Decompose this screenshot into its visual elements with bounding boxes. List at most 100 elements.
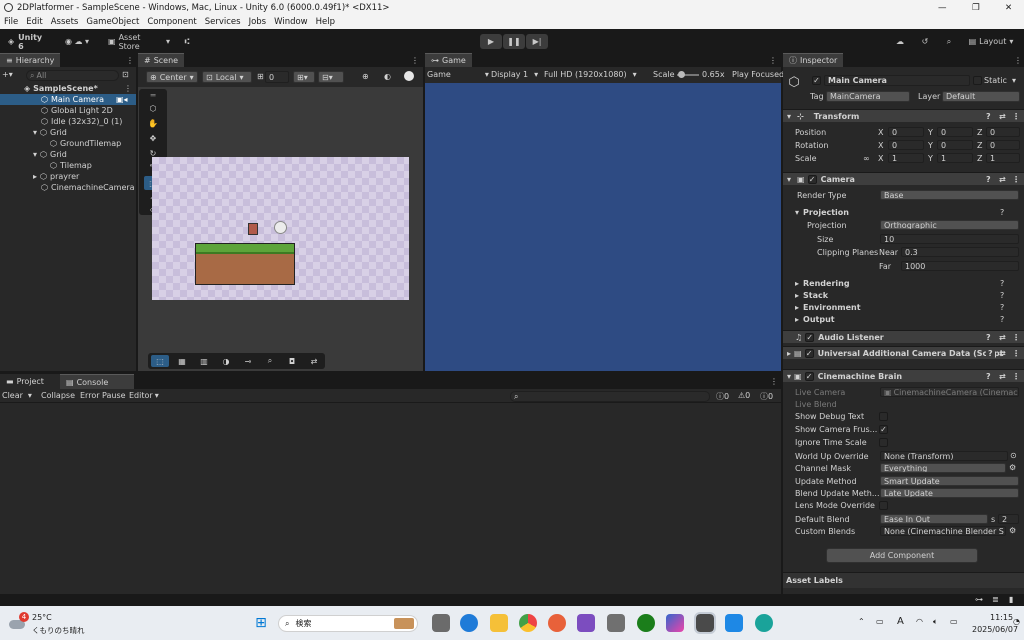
clock-time[interactable]: 11:15 [990, 613, 1013, 622]
pivot-dropdown[interactable]: ⊕ Center ▾ [146, 71, 198, 83]
palette-handle-icon[interactable]: ═ [145, 91, 161, 100]
kebab-menu-icon[interactable]: ⋮ [124, 84, 132, 93]
error-count[interactable]: ⓘ0 [760, 391, 773, 402]
size-field[interactable]: 10 [880, 234, 1019, 244]
lens-mode-checkbox[interactable] [879, 501, 888, 510]
unity-hub-icon[interactable] [607, 614, 625, 632]
display-dropdown[interactable]: Display 1 ▾ [491, 70, 538, 79]
rotation-z-field[interactable]: 0 [986, 140, 1020, 150]
file-explorer-icon[interactable] [490, 614, 508, 632]
help-icon[interactable]: ? [1000, 291, 1004, 300]
asset-store-button[interactable]: ▣ Asset Store ▾ [104, 33, 174, 51]
position-y-field[interactable]: 0 [937, 127, 973, 137]
asset-labels-section[interactable]: Asset Labels [783, 572, 1024, 588]
firefox-icon[interactable] [548, 614, 566, 632]
vscode-icon[interactable] [725, 614, 743, 632]
menu-file[interactable]: File [4, 17, 18, 27]
kebab-menu-icon[interactable]: ⋮ [769, 56, 777, 65]
preset-icon[interactable]: ⇄ [999, 112, 1006, 121]
help-icon[interactable]: ? [986, 372, 991, 381]
position-x-field[interactable]: 0 [888, 127, 924, 137]
camera-header[interactable]: ▾ ▣ ✓ Camera ? ⇄ ⋮ [783, 172, 1024, 185]
meet-icon[interactable]: ▭ [876, 617, 884, 626]
update-method-dropdown[interactable]: Smart Update [880, 476, 1019, 486]
tab-scene[interactable]: # Scene [138, 53, 185, 67]
urp-data-checkbox[interactable]: ✓ [804, 348, 814, 358]
help-icon[interactable]: ? [986, 175, 991, 184]
pause-button[interactable]: ❚❚ [503, 34, 525, 49]
static-checkbox[interactable] [973, 76, 982, 85]
list-item[interactable]: ⬡ Main Camera ▣◂ [0, 94, 136, 105]
preset-icon[interactable]: ⇄ [999, 175, 1006, 184]
volume-icon[interactable]: 🔈︎ [933, 617, 938, 627]
xbox-icon[interactable] [637, 614, 655, 632]
visual-studio-icon[interactable] [577, 614, 595, 632]
scale-y-field[interactable]: 1 [937, 153, 973, 163]
help-icon[interactable]: ? [986, 112, 991, 121]
world-up-field[interactable]: None (Transform) [880, 451, 1008, 461]
account-button[interactable]: ◈ Unity 6 [4, 33, 50, 51]
debug-icon[interactable]: ▮ [1009, 595, 1013, 604]
account-menu-button[interactable]: ◉ ☁ ▾ [60, 34, 94, 49]
channel-mask-dropdown[interactable]: Everything [880, 463, 1006, 473]
menu-assets[interactable]: Assets [51, 17, 79, 27]
console-search-input[interactable]: ⌕ [510, 391, 710, 402]
weather-icon[interactable]: 4 [9, 612, 29, 630]
help-icon[interactable]: ? [1000, 208, 1004, 217]
clear-dropdown[interactable]: Clear ▾ [2, 391, 32, 400]
app-icon[interactable] [755, 614, 773, 632]
search-icon[interactable]: ⌕ [942, 34, 956, 49]
scale-z-field[interactable]: 1 [986, 153, 1020, 163]
tag-dropdown[interactable]: MainCamera [826, 91, 910, 102]
scale-x-field[interactable]: 1 [888, 153, 924, 163]
chevron-down-icon[interactable]: ▾ [1012, 76, 1016, 85]
ime-indicator[interactable]: A [897, 616, 904, 627]
preset-icon[interactable]: ⇄ [999, 349, 1006, 358]
tab-inspector[interactable]: ⓘ Inspector [783, 53, 844, 67]
eyedropper-icon[interactable]: ⊸ [239, 355, 257, 367]
rendering-section[interactable]: ▸ Rendering [795, 279, 850, 288]
minimize-button[interactable]: — [938, 3, 947, 13]
hand-tool-icon[interactable]: ✋ [145, 116, 161, 130]
list-item[interactable]: ⬡ CinemachineCamera [0, 182, 135, 193]
menu-gameobject[interactable]: GameObject [86, 17, 139, 27]
menu-edit[interactable]: Edit [26, 17, 42, 27]
brain-enabled-checkbox[interactable]: ✓ [804, 371, 814, 381]
expand-arrow-icon[interactable]: ▸ [33, 172, 37, 181]
play-focused-dropdown[interactable]: Play Focused [732, 70, 784, 79]
resolution-dropdown[interactable]: Full HD (1920x1080) ▾ [544, 70, 637, 79]
play-button[interactable]: ▶ [480, 34, 502, 49]
camera-enabled-checkbox[interactable]: ✓ [807, 174, 817, 184]
projection-dropdown[interactable]: Orthographic [880, 220, 1019, 230]
step-button[interactable]: ▶| [526, 34, 548, 49]
log-count[interactable]: ⓘ0 [716, 391, 729, 402]
rotation-y-field[interactable]: 0 [937, 140, 973, 150]
kebab-menu-icon[interactable]: ⋮ [1012, 333, 1020, 342]
hierarchy-search-input[interactable]: ⌕ All [26, 70, 119, 81]
list-item[interactable]: ⬡ GroundTilemap [0, 138, 121, 149]
snap-value-input[interactable]: 0 [265, 71, 289, 83]
stack-section[interactable]: ▸ Stack [795, 291, 828, 300]
search-options-icon[interactable]: ⊡ [122, 70, 129, 79]
transform-header[interactable]: ▾ ⊹ Transform ? ⇄ ⋮ [783, 109, 1024, 122]
error-pause-toggle[interactable]: Error Pause [80, 391, 126, 400]
layout-dropdown[interactable]: ▤ Layout ▾ [962, 34, 1020, 49]
rect-select-icon[interactable]: ⬚ [151, 355, 169, 367]
tab-hierarchy[interactable]: ≡ Hierarchy [0, 53, 61, 67]
maximize-button[interactable]: ❐ [972, 3, 980, 13]
help-icon[interactable]: ? [1000, 303, 1004, 312]
kebab-menu-icon[interactable]: ⋮ [1014, 56, 1022, 65]
grid-visibility-dropdown[interactable]: ⊞▾ [293, 71, 315, 83]
editor-dropdown[interactable]: Editor ▾ [129, 391, 159, 400]
render-type-dropdown[interactable]: Base [880, 190, 1019, 200]
preset-icon[interactable]: ⇄ [999, 333, 1006, 342]
help-icon[interactable]: ? [986, 348, 995, 358]
cinemachine-brain-header[interactable]: ▾ ▣ ✓ Cinemachine Brain ? ⇄ ⋮ [783, 369, 1024, 382]
kebab-menu-icon[interactable]: ⋮ [1012, 372, 1020, 381]
shading-icon[interactable] [404, 71, 414, 81]
chevron-up-icon[interactable]: ⌃ [858, 617, 865, 626]
projection-section[interactable]: ▾ Projection [795, 208, 849, 217]
position-z-field[interactable]: 0 [986, 127, 1020, 137]
scene-row[interactable]: ◈ SampleScene* ⋮ [0, 83, 136, 94]
show-frustum-checkbox[interactable]: ✓ [879, 425, 888, 434]
